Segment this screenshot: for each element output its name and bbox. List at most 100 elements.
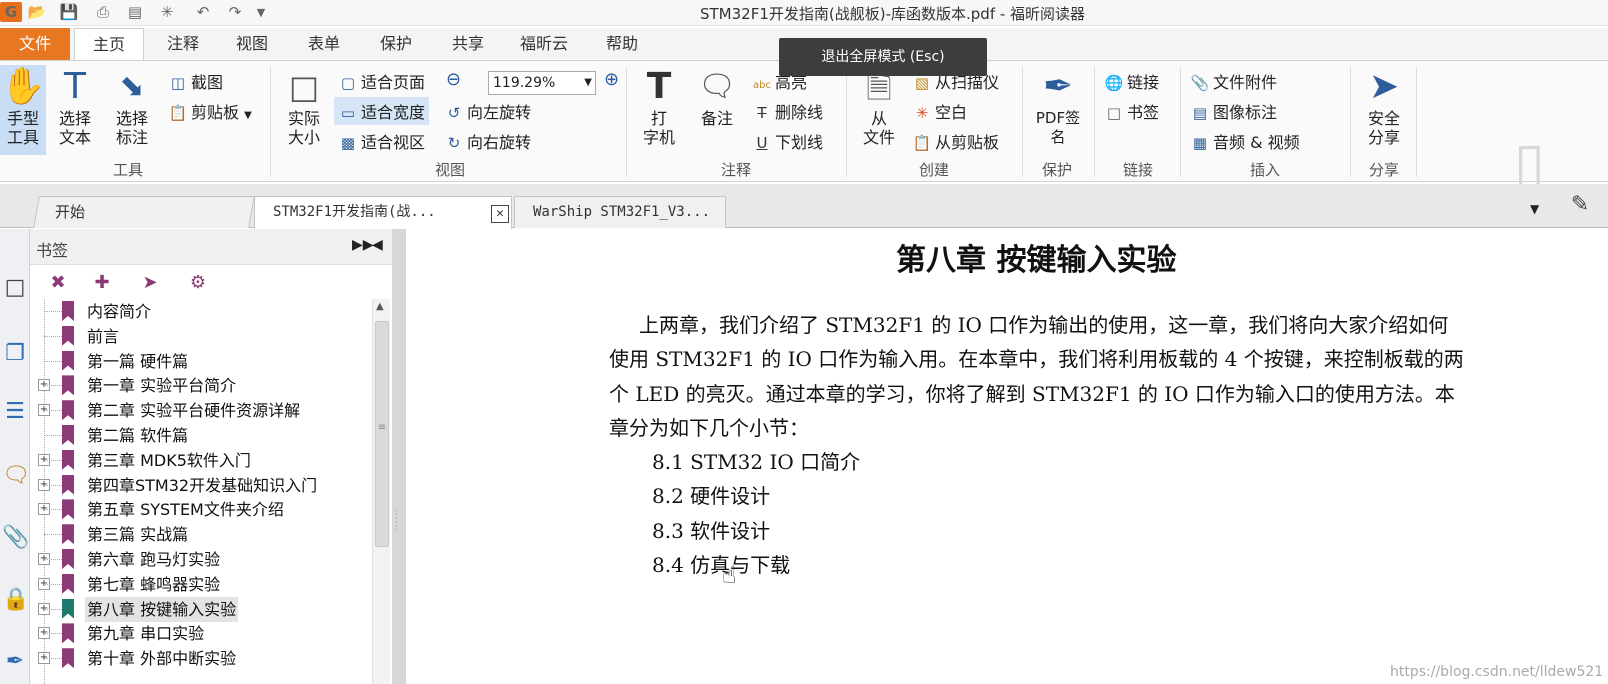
ribbon: ✋ 手型 工具 T 选择 文本 ⬊ 选择 标注 ◫ 截图 📋 剪贴板 ▼ 工具 □ … xyxy=(0,60,1608,196)
ribbon-separator xyxy=(1350,67,1351,177)
menu-tab-form[interactable]: 表单 xyxy=(294,28,354,60)
menu-tab-protect[interactable]: 保护 xyxy=(366,28,426,60)
menu-tab-comment[interactable]: 注释 xyxy=(148,28,218,60)
clipboard-button[interactable]: 📋 剪贴板 ▼ xyxy=(168,99,252,123)
menu-tab-help[interactable]: 帮助 xyxy=(592,28,652,60)
typewriter-button[interactable]: T 打 字机 xyxy=(636,65,682,147)
scrollbar-thumb[interactable]: ≡ xyxy=(375,321,389,547)
bookmark-item[interactable]: + 第二章 实验平台硬件资源详解 xyxy=(30,398,372,423)
bookmark-panel: 书签 ▶▶ ◀ ✖ ✚ ➤ ⚙ 内容简介 前言 第一篇 硬件篇 + 第一章 实验平台简介… xyxy=(30,229,392,684)
bookmark-flag-icon xyxy=(62,325,74,346)
quick-access-dropdown-icon[interactable]: ▼ xyxy=(250,2,272,22)
audio-video-button[interactable]: ▦ 音频 & 视频 xyxy=(1190,129,1300,153)
menu-tab-view[interactable]: 视图 xyxy=(222,28,282,60)
bookmark-item[interactable]: + 第十章 外部中断实验 xyxy=(30,646,372,671)
bookmark-item[interactable]: + 第三章 MDK5软件入门 xyxy=(30,448,372,473)
print-icon[interactable]: ⎙ xyxy=(92,2,114,22)
tab-start[interactable]: 开始 xyxy=(33,196,255,228)
bookmark-item[interactable]: 内容简介 xyxy=(30,299,372,324)
rotate-left-button[interactable]: ↺ 向左旋转 xyxy=(444,99,531,123)
ribbon-separator xyxy=(626,67,627,177)
from-clipboard-button[interactable]: 📋 从剪贴板 xyxy=(912,129,999,153)
underline-button[interactable]: U 下划线 xyxy=(752,129,824,153)
menu-tab-home[interactable]: 主页 xyxy=(74,28,144,61)
bookmark-options-icon[interactable]: ⚙ xyxy=(186,271,210,295)
tab-stm32f1-guide[interactable]: STM32F1开发指南(战... ✕ xyxy=(254,196,512,229)
hand-tool-button[interactable]: ✋ 手型 工具 xyxy=(0,65,46,155)
bookmark-item[interactable]: 第三篇 实战篇 xyxy=(30,522,372,547)
attachment-icon[interactable]: 📎 xyxy=(2,523,29,553)
comments-icon[interactable]: 🗨 xyxy=(2,461,30,491)
file-attachment-button[interactable]: 📎 文件附件 xyxy=(1190,69,1277,93)
bookmark-item[interactable]: + 第九章 串口实验 xyxy=(30,621,372,646)
menu-tab-foxit-cloud[interactable]: 福昕云 xyxy=(508,28,580,60)
hand-cursor-icon: ☝ xyxy=(722,561,737,589)
bookmark-item[interactable]: + 第六章 跑马灯实验 xyxy=(30,547,372,572)
bookmark-item[interactable]: + 第七章 蜂鸣器实验 xyxy=(30,572,372,597)
actual-size-button[interactable]: □ 实际 大小 xyxy=(282,65,326,147)
tab-list-dropdown-icon[interactable]: ▼ xyxy=(1530,202,1539,216)
zoom-out-icon[interactable]: ⊖ xyxy=(446,69,461,90)
panel-splitter[interactable]: · · · · · · xyxy=(392,229,406,684)
bookmark-item-label: 内容简介 xyxy=(87,302,152,321)
note-icon: 🗨 xyxy=(697,69,737,104)
zoom-level-select[interactable]: 119.29% ▼ xyxy=(488,71,596,95)
new-doc-icon[interactable]: ✳ xyxy=(156,2,178,22)
select-text-button[interactable]: T 选择 文本 xyxy=(52,65,98,147)
redo-icon[interactable]: ↷ xyxy=(224,2,246,22)
secure-share-button[interactable]: ➤ 安全 分享 xyxy=(1358,65,1410,147)
camera-icon: ◫ xyxy=(170,74,186,92)
strikeout-button[interactable]: T 删除线 xyxy=(752,99,823,123)
zoom-in-icon[interactable]: ⊕ xyxy=(604,69,619,90)
bookmark-item[interactable]: + 第五章 SYSTEM文件夹介绍 xyxy=(30,497,372,522)
blank-page-button[interactable]: ✳ 空白 xyxy=(912,99,967,123)
save-icon[interactable]: 💾 xyxy=(58,2,80,22)
close-icon[interactable]: ✕ xyxy=(491,205,509,223)
pdf-page-view[interactable]: 第八章 按键输入实验 上两章，我们介绍了 STM32F1 的 IO 口作为输出的… xyxy=(406,229,1608,684)
select-annotation-icon: ⬊ xyxy=(119,69,145,104)
page-thumbnail-icon[interactable]: □ xyxy=(2,273,28,303)
bookmark-item[interactable]: 第一篇 硬件篇 xyxy=(30,349,372,374)
bookmark-item[interactable]: 前言 xyxy=(30,324,372,349)
bookmark-item[interactable]: + 第八章 按键输入实验 xyxy=(30,596,372,622)
lock-icon[interactable]: 🔒 xyxy=(2,585,29,615)
open-folder-icon[interactable]: 📂 xyxy=(26,2,48,22)
group-label-insert: 插入 xyxy=(1249,161,1280,179)
bookmark-item[interactable]: + 第四章STM32开发基础知识入门 xyxy=(30,473,372,498)
layers-icon[interactable]: ❐ xyxy=(2,339,28,369)
bookmark-item[interactable]: 第二篇 软件篇 xyxy=(30,423,372,448)
snapshot-button[interactable]: ◫ 截图 xyxy=(168,69,223,93)
delete-bookmark-icon[interactable]: ✖ xyxy=(46,271,70,295)
move-bookmark-icon[interactable]: ➤ xyxy=(138,271,162,295)
expand-panel-icon[interactable]: ▶▶ xyxy=(352,237,374,253)
fit-visible-button[interactable]: ▩ 适合视区 xyxy=(338,129,425,153)
link-button[interactable]: 🌐 链接 xyxy=(1104,69,1159,93)
text-cursor-icon: T xyxy=(64,66,86,107)
image-annotation-button[interactable]: ▤ 图像标注 xyxy=(1190,99,1277,123)
collapse-panel-icon[interactable]: ◀ xyxy=(372,237,383,253)
bookmark-scrollbar[interactable]: ▲ ≡ xyxy=(372,299,390,684)
undo-icon[interactable]: ↶ xyxy=(192,2,214,22)
tab-warship-stm32f1[interactable]: WarShip STM32F1_V3... xyxy=(514,196,726,228)
bookmark-button[interactable]: □ 书签 xyxy=(1104,99,1159,123)
chapter-heading: 第八章 按键输入实验 xyxy=(896,243,1177,278)
pdf-sign-button[interactable]: ✒ PDF签 名 xyxy=(1032,65,1084,147)
menu-tab-share[interactable]: 共享 xyxy=(438,28,498,60)
app-logo-icon[interactable]: G xyxy=(0,2,22,22)
add-bookmark-icon[interactable]: ✚ xyxy=(90,271,114,295)
section-item: 8.3 软件设计 xyxy=(652,519,771,543)
scroll-up-arrow-icon[interactable]: ▲ xyxy=(376,301,384,312)
select-annotation-button[interactable]: ⬊ 选择 标注 xyxy=(108,65,156,147)
bookmark-flag-icon xyxy=(62,449,74,470)
edit-panel-icon[interactable]: ✎ xyxy=(1560,192,1600,222)
rotate-right-button[interactable]: ↻ 向右旋转 xyxy=(444,129,531,153)
pages-stack-icon[interactable]: ☰ xyxy=(2,397,28,427)
create-from-file-button[interactable]: 🗎 从 文件 xyxy=(854,65,904,147)
note-button[interactable]: 🗨 备注 xyxy=(692,65,742,128)
menu-tab-file[interactable]: 文件 xyxy=(0,28,70,60)
fit-page-button[interactable]: ▢ 适合页面 xyxy=(338,69,425,93)
signature-icon[interactable]: ✒ xyxy=(2,647,28,677)
properties-icon[interactable]: ▤ xyxy=(124,2,146,22)
bookmark-item[interactable]: + 第一章 实验平台简介 xyxy=(30,373,372,398)
fit-width-button[interactable]: ▭ 适合宽度 xyxy=(334,97,430,125)
